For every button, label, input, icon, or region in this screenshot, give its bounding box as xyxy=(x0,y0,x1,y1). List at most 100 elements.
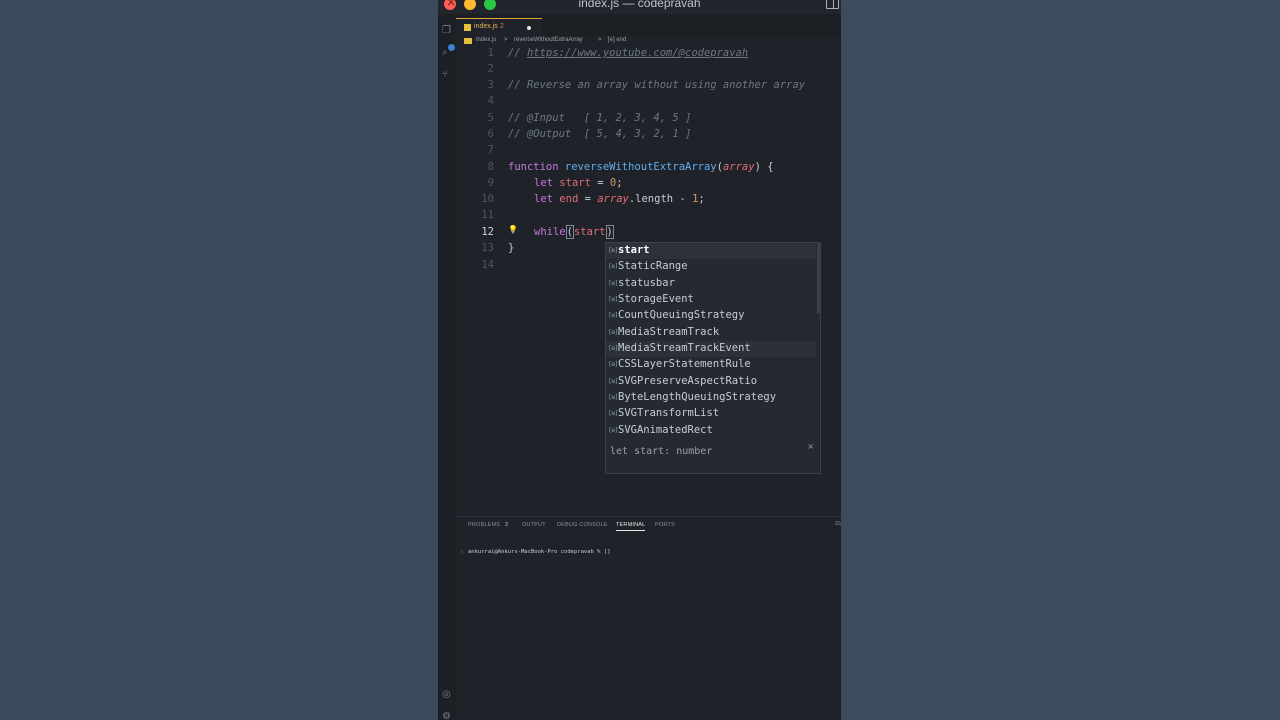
suggestion-item[interactable]: [e] CSSLayerStatementRule xyxy=(606,357,816,373)
lightbulb-icon[interactable]: 💡 xyxy=(508,225,518,234)
code-text: // @Output [ 5, 4, 3, 2, 1 ] xyxy=(508,128,692,140)
suggestion-item[interactable]: [e] CountQueuingStrategy xyxy=(606,308,816,324)
suggestion-item[interactable]: [e] start xyxy=(606,243,816,259)
code-line: 11 xyxy=(456,209,841,225)
suggestion-scrollbar[interactable] xyxy=(817,243,820,313)
suggestion-item[interactable]: [e] StaticRange xyxy=(606,259,816,275)
unsaved-dot-icon[interactable] xyxy=(527,26,531,30)
tab-index-js[interactable]: index.js 2 xyxy=(456,18,542,37)
line-number: 4 xyxy=(487,95,494,107)
punctuation: ) { xyxy=(754,161,774,173)
tab-terminal[interactable]: TERMINAL xyxy=(616,522,646,531)
line-number: 5 xyxy=(487,112,494,124)
line-number: 1 xyxy=(487,47,494,59)
breadcrumb: index.js > reverseWithoutExtraArray > [e… xyxy=(456,36,841,46)
suggestion-label: StaticRange xyxy=(618,260,688,272)
keyword: let xyxy=(534,177,553,189)
activity-bar: ❐ ⌕ ⑂ ◎ ⚙ xyxy=(438,14,456,720)
tab-ports[interactable]: PORTS xyxy=(655,522,675,528)
code-line: 4 xyxy=(456,95,841,111)
line-number: 12 xyxy=(481,226,494,238)
suggestion-label: SVGPreserveAspectRatio xyxy=(618,375,758,387)
keyword: let xyxy=(534,193,553,205)
variable-icon: [e] xyxy=(609,312,618,319)
line-number: 3 xyxy=(487,79,494,91)
suggestion-item[interactable]: [e] MediaStreamTrack xyxy=(606,325,816,341)
suggestion-label: MediaStreamTrack xyxy=(618,326,720,338)
suggestion-label: CountQueuingStrategy xyxy=(618,309,745,321)
code-line: 9 let start = 0; xyxy=(456,177,841,193)
code-text: let end = array.length - 1; xyxy=(534,193,705,205)
layout-toggle-icon[interactable] xyxy=(826,0,839,9)
variable-icon: [e] xyxy=(609,427,618,434)
code-line: 7 xyxy=(456,144,841,160)
breadcrumb-function[interactable]: reverseWithoutExtraArray xyxy=(514,37,583,43)
breadcrumb-file[interactable]: index.js xyxy=(476,37,496,43)
variable-icon: [e] xyxy=(609,280,618,287)
breadcrumb-variable[interactable]: [e] end xyxy=(608,37,626,43)
code-text: let start = 0; xyxy=(534,177,623,189)
code-line: 2 xyxy=(456,63,841,79)
suggestion-item[interactable]: [e] StorageEvent xyxy=(606,292,816,308)
code-line-current: 12 💡 while(start) xyxy=(456,225,841,242)
tab-output[interactable]: OUTPUT xyxy=(522,522,546,528)
tab-bar: index.js 2 xyxy=(456,14,841,37)
line-number: 14 xyxy=(481,259,494,271)
line-number: 2 xyxy=(487,63,494,75)
account-icon[interactable]: ◎ xyxy=(442,690,452,700)
code-editor[interactable]: 1 // https://www.youtube.com/@codepravah… xyxy=(456,46,841,510)
code-line: 6 // @Output [ 5, 4, 3, 2, 1 ] xyxy=(456,128,841,144)
explorer-icon[interactable]: ❐ xyxy=(442,26,452,36)
window-title: index.js — codepravah xyxy=(578,0,701,10)
suggestion-item[interactable]: [e] MediaStreamTrackEvent xyxy=(606,341,816,357)
suggestion-item[interactable]: [e] SVGPreserveAspectRatio xyxy=(606,374,816,390)
code-text: // Reverse an array without using anothe… xyxy=(508,79,806,91)
suggestion-label: statusbar xyxy=(618,277,675,289)
suggestion-item[interactable]: [e] SVGAnimatedRect xyxy=(606,423,816,439)
source-control-icon[interactable]: ⑂ xyxy=(442,70,452,80)
variable-icon: [e] xyxy=(609,361,618,368)
search-icon[interactable]: ⌕ xyxy=(442,48,452,58)
suggestion-label: start xyxy=(618,244,650,256)
operator: = xyxy=(590,177,610,189)
comment-url-link[interactable]: https://www.youtube.com/@codepravah xyxy=(527,47,748,59)
bottom-panel: PROBLEMS 2 OUTPUT DEBUG CONSOLE TERMINAL… xyxy=(456,516,841,720)
terminal-shell-label[interactable]: zs xyxy=(835,521,841,527)
suggestion-item[interactable]: [e] ByteLengthQueuingStrategy xyxy=(606,390,816,406)
suggestion-item[interactable]: [e] statusbar xyxy=(606,276,816,292)
variable-icon: [e] xyxy=(609,345,618,352)
line-number: 6 xyxy=(487,128,494,140)
code-line: 3 // Reverse an array without using anot… xyxy=(456,79,841,95)
tab-label: index.js xyxy=(474,23,498,30)
variable: end xyxy=(559,193,579,205)
background-left xyxy=(0,0,438,720)
suggestion-label: SVGAnimatedRect xyxy=(618,424,713,436)
breadcrumb-separator: > xyxy=(598,37,602,43)
variable: start xyxy=(559,177,591,189)
variable-icon: [e] xyxy=(609,378,618,385)
variable-icon: [e] xyxy=(609,247,618,254)
gear-icon[interactable]: ⚙ xyxy=(442,712,452,720)
suggestion-label: SVGTransformList xyxy=(618,407,720,419)
line-number: 9 xyxy=(487,177,494,189)
code-text: // @Input [ 1, 2, 3, 4, 5 ] xyxy=(508,112,692,124)
bracket: ) xyxy=(605,225,614,239)
line-number: 11 xyxy=(481,209,494,221)
close-icon[interactable]: × xyxy=(807,442,814,451)
suggestion-detail: let start: number xyxy=(610,446,713,457)
variable: start xyxy=(573,226,606,238)
variable-icon: [e] xyxy=(609,410,618,417)
suggestion-item[interactable]: [e] SVGTransformList xyxy=(606,406,816,422)
editor-window: index.js — codepravah ❐ ⌕ ⑂ ◎ ⚙ index.js… xyxy=(438,0,841,720)
suggestion-label: MediaStreamTrackEvent xyxy=(618,342,751,354)
tab-problems[interactable]: PROBLEMS xyxy=(468,522,500,528)
tab-debug-console[interactable]: DEBUG CONSOLE xyxy=(557,522,608,528)
parameter: array xyxy=(722,161,755,173)
terminal-prompt[interactable]: ankurrai@Ankurs-MacBook-Pro codepravah %… xyxy=(468,549,610,555)
keyword: function xyxy=(508,161,559,173)
punctuation: ; xyxy=(698,193,705,205)
variable-icon: [e] xyxy=(609,394,618,401)
property: .length - xyxy=(628,193,693,205)
variable-icon: [e] xyxy=(609,296,618,303)
js-file-icon xyxy=(464,24,471,31)
